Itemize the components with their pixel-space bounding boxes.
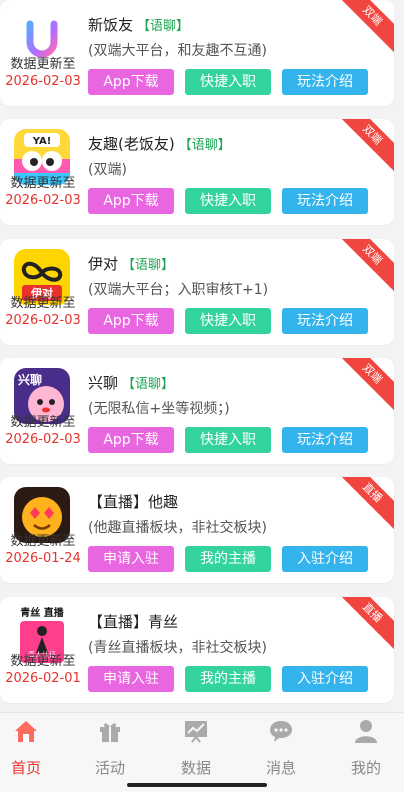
chart-board-icon: [185, 721, 207, 743]
app-title: 友趣(老饭友) 【语聊】: [88, 135, 231, 153]
home-icon: [15, 721, 37, 742]
my-anchor-button[interactable]: 我的主播: [185, 666, 271, 692]
list-item: 青丝 直播 真人认证 数据更新至 2026-02-01 【直播】青丝 (青丝直播板…: [0, 597, 394, 703]
app-description: (双端): [88, 162, 127, 178]
corner-ribbon: 双端: [333, 239, 394, 294]
update-label: 数据更新至: [10, 296, 76, 311]
app-description: (他趣直播板块，非社交板块): [88, 520, 267, 536]
category-tag: 【语聊】: [122, 377, 175, 392]
app-description: (双端大平台；入职审核T+1): [88, 282, 269, 298]
update-date: 2026-01-24: [5, 551, 81, 566]
tab-label: 数据: [180, 759, 211, 777]
corner-ribbon: 双端: [333, 119, 394, 174]
intro-button[interactable]: 玩法介绍: [282, 427, 368, 453]
update-label: 数据更新至: [10, 176, 76, 191]
update-date: 2026-02-03: [5, 74, 81, 89]
quick-join-button[interactable]: 快捷入职: [185, 188, 271, 214]
corner-ribbon: 直播: [333, 597, 394, 652]
update-date: 2026-02-03: [5, 193, 81, 208]
update-label: 数据更新至: [10, 57, 76, 72]
app-download-button[interactable]: App下载: [88, 308, 174, 334]
list-item: 兴聊 数据更新至 2026-02-03 兴聊 【语聊】 (无限私信+坐等视频；) A…: [0, 358, 394, 464]
update-label: 数据更新至: [10, 415, 76, 430]
intro-button[interactable]: 玩法介绍: [282, 188, 368, 214]
intro-button[interactable]: 玩法介绍: [282, 69, 368, 95]
list-item: 数据更新至 2026-02-03 新饭友 【语聊】 (双端大平台，和友趣不互通) A…: [0, 0, 394, 106]
quick-join-button[interactable]: 快捷入职: [185, 427, 271, 453]
gift-icon: [100, 723, 120, 742]
update-label: 数据更新至: [10, 654, 76, 669]
tab-label: 活动: [94, 759, 125, 777]
tab-label: 消息: [265, 759, 296, 777]
app-description: (青丝直播板块，非社交板块): [88, 640, 267, 656]
app-title: 新饭友 【语聊】: [88, 16, 190, 34]
app-description: (双端大平台，和友趣不互通): [88, 43, 267, 59]
quick-join-button[interactable]: 快捷入职: [185, 308, 271, 334]
app-title: 伊对 【语聊】: [88, 255, 175, 273]
corner-ribbon: 双端: [333, 358, 394, 413]
svg-text:兴聊: 兴聊: [18, 372, 42, 387]
update-date: 2026-02-03: [5, 313, 81, 328]
app-download-button[interactable]: App下载: [88, 427, 174, 453]
category-tag: 【语聊】: [137, 19, 190, 34]
app-title: 兴聊 【语聊】: [88, 374, 175, 392]
app-title: 【直播】青丝: [88, 613, 179, 631]
list-item: YA! 数据更新至 2026-02-03 友趣(老饭友) 【语聊】 (双端) App…: [0, 119, 394, 225]
person-icon: [355, 720, 377, 743]
category-tag: 【语聊】: [178, 138, 231, 153]
svg-text:YA!: YA!: [32, 136, 52, 147]
app-download-button[interactable]: App下载: [88, 188, 174, 214]
bottom-tab-bar: 首页 活动 数据 消息 我的: [0, 712, 404, 792]
app-download-button[interactable]: App下载: [88, 69, 174, 95]
join-intro-button[interactable]: 入驻介绍: [282, 546, 368, 572]
app-title: 【直播】他趣: [88, 493, 179, 511]
tab-label: 首页: [10, 759, 41, 777]
category-tag: 【语聊】: [122, 258, 175, 273]
home-indicator[interactable]: [127, 783, 267, 787]
corner-ribbon: 双端: [333, 0, 394, 55]
quick-join-button[interactable]: 快捷入职: [185, 69, 271, 95]
update-date: 2026-02-03: [5, 432, 81, 447]
update-date: 2026-02-01: [5, 671, 81, 686]
update-label: 数据更新至: [10, 534, 76, 549]
join-intro-button[interactable]: 入驻介绍: [282, 666, 368, 692]
message-icon: [270, 721, 292, 742]
tab-label: 我的: [350, 759, 381, 777]
intro-button[interactable]: 玩法介绍: [282, 308, 368, 334]
list-item: 伊对 数据更新至 2026-02-03 伊对 【语聊】 (双端大平台；入职审核T+1…: [0, 239, 394, 345]
apply-join-button[interactable]: 申请入驻: [88, 666, 174, 692]
my-anchor-button[interactable]: 我的主播: [185, 546, 271, 572]
corner-ribbon: 直播: [333, 477, 394, 532]
list-item: 数据更新至 2026-01-24 【直播】他趣 (他趣直播板块，非社交板块) 申请…: [0, 477, 394, 583]
app-description: (无限私信+坐等视频；): [88, 401, 230, 417]
apply-join-button[interactable]: 申请入驻: [88, 546, 174, 572]
